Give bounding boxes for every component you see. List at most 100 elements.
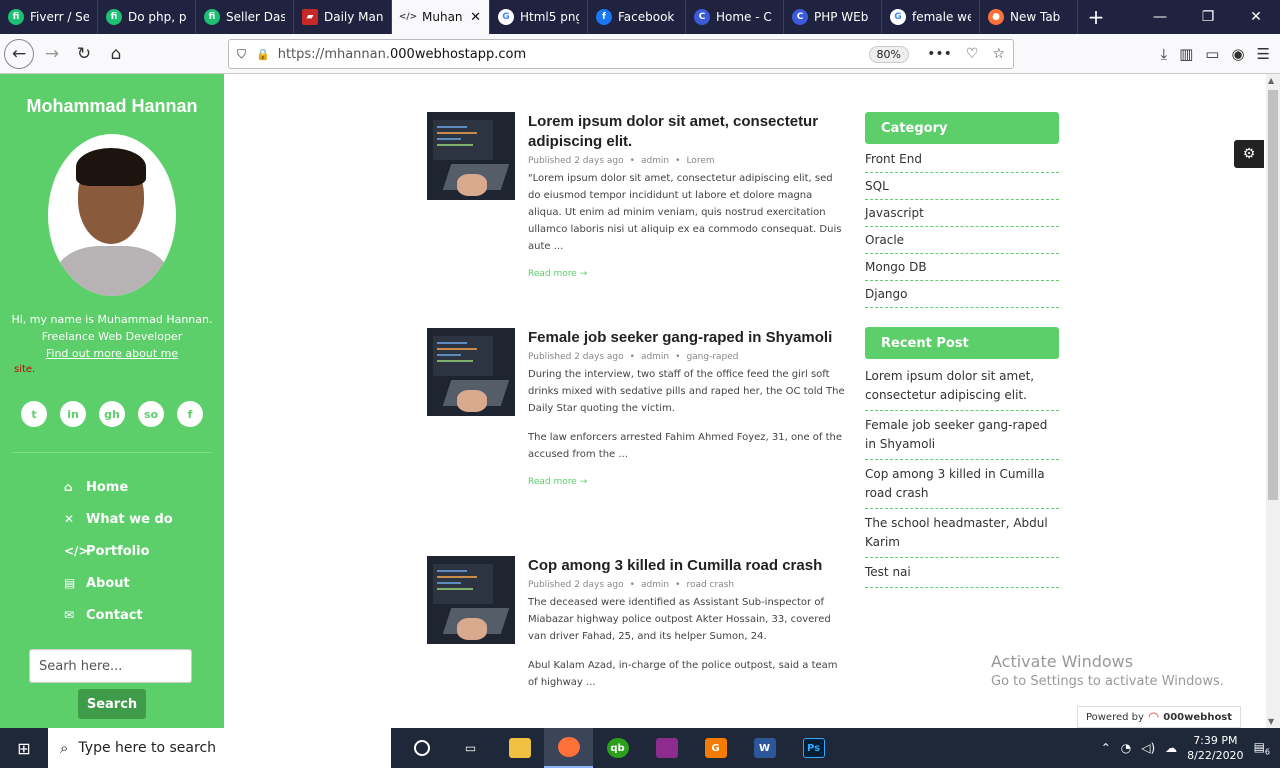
github-icon[interactable]: gh (99, 401, 125, 427)
tab-female-we[interactable]: Gfemale we (882, 0, 980, 34)
post-title[interactable]: Female job seeker gang-raped in Shyamoli (528, 328, 848, 348)
search-input[interactable]: Searh here... (29, 649, 192, 683)
category-item[interactable]: Oracle (865, 227, 1059, 254)
menu-item-about[interactable]: ▤ About (64, 567, 224, 599)
back-arrow-icon[interactable]: ← (4, 38, 34, 69)
address-bar[interactable]: ⛉ 🔒 https://mhannan.000webhostapp.com 80… (228, 39, 1014, 69)
pdf-shape: G (704, 738, 727, 758)
task-view-icon[interactable]: ▭ (446, 728, 495, 768)
windows-taskbar: ⊞ ⌕ Type here to search ▭ qb G W Ps ⌃ ◔ ◁… (0, 728, 1280, 768)
linkedin-icon[interactable]: in (60, 401, 86, 427)
read-more-link[interactable]: Read more → (528, 477, 848, 487)
close-window-icon[interactable]: ✕ (1232, 0, 1280, 34)
tab-home-c[interactable]: C Home - C (686, 0, 784, 34)
account-icon[interactable]: ◉ (1231, 45, 1244, 63)
foxit-pdf-icon[interactable]: G (691, 728, 740, 768)
pocket-icon[interactable]: ♡ (966, 46, 979, 62)
post-title[interactable]: Cop among 3 killed in Cumilla road crash (528, 556, 848, 576)
file-explorer-icon[interactable] (495, 728, 544, 768)
tab-seller-dashboard[interactable]: fi Seller Dash (196, 0, 294, 34)
minimize-icon[interactable]: — (1136, 0, 1184, 34)
tab-do-php[interactable]: fi Do php, pl (98, 0, 196, 34)
about-me-link[interactable]: Find out more about me (0, 345, 224, 362)
tab-html5-png[interactable]: G Html5 png (490, 0, 588, 34)
post-thumbnail[interactable] (427, 556, 515, 644)
facebook-icon[interactable]: f (177, 401, 203, 427)
winrar-icon[interactable] (642, 728, 691, 768)
new-tab-plus-icon[interactable]: + (1078, 0, 1114, 34)
windows-start-icon[interactable]: ⊞ (0, 728, 48, 768)
post-tag[interactable]: gang-raped (686, 352, 738, 362)
close-tab-icon[interactable]: ✕ (470, 10, 481, 25)
tab-fiverr-search[interactable]: fi Fiverr / Se (0, 0, 98, 34)
scroll-up-icon[interactable]: ▲ (1268, 76, 1274, 85)
library-icon[interactable]: ▥ (1179, 45, 1193, 63)
category-item[interactable]: Mongo DB (865, 254, 1059, 281)
post-thumbnail[interactable] (427, 112, 515, 200)
quickbooks-icon[interactable]: qb (593, 728, 642, 768)
recent-post-item[interactable]: Test nai (865, 558, 1059, 588)
post-thumbnail[interactable] (427, 328, 515, 416)
photoshop-icon[interactable]: Ps (789, 728, 838, 768)
taskbar-search[interactable]: ⌕ Type here to search (48, 728, 391, 768)
tab-muhan-active[interactable]: </> Muhan ✕ (392, 0, 490, 34)
cortana-circle (413, 740, 430, 756)
cortana-icon[interactable] (397, 728, 446, 768)
post-title[interactable]: Lorem ipsum dolor sit amet, consectetur … (528, 112, 848, 152)
category-item[interactable]: Javascript (865, 200, 1059, 227)
firefox-taskbar-icon[interactable] (544, 728, 593, 768)
recent-post-item[interactable]: The school headmaster, Abdul Karim (865, 509, 1059, 558)
tab-php-web[interactable]: C PHP WEb (784, 0, 882, 34)
post-tag[interactable]: road crash (686, 580, 734, 590)
sidebar-toggle-icon[interactable]: ▭ (1205, 45, 1219, 63)
tab-daily-man[interactable]: ▰ Daily Man (294, 0, 392, 34)
shield-icon[interactable]: ⛉ (237, 47, 246, 62)
post-tag[interactable]: Lorem (686, 156, 714, 166)
scrollbar-thumb[interactable] (1268, 90, 1278, 500)
volume-icon[interactable]: ◁) (1141, 741, 1155, 755)
site-owner-name[interactable]: Mohammad Hannan (0, 96, 224, 117)
tab-label: Fiverr / Se (30, 10, 89, 24)
category-item[interactable]: Front End (865, 148, 1059, 173)
scroll-down-icon[interactable]: ▼ (1268, 717, 1274, 726)
word-icon[interactable]: W (740, 728, 789, 768)
download-icon[interactable]: ⤓ (1160, 45, 1167, 63)
bookmark-star-icon[interactable]: ☆ (992, 46, 1005, 62)
post-author[interactable]: admin (641, 156, 669, 166)
more-actions-icon[interactable]: ••• (927, 46, 952, 62)
category-item[interactable]: SQL (865, 173, 1059, 200)
forward-arrow-icon[interactable]: → (36, 38, 68, 70)
category-item[interactable]: Django (865, 281, 1059, 308)
gear-icon[interactable]: ⚙ (1234, 140, 1264, 168)
menu-item-what-we-do[interactable]: ✕ What we do (64, 503, 224, 535)
zoom-level[interactable]: 80% (868, 45, 909, 63)
menu-hamburger-icon[interactable]: ☰ (1257, 45, 1270, 63)
menu-item-home[interactable]: ⌂ Home (64, 471, 224, 503)
tab-new-tab[interactable]: ● New Tab (980, 0, 1078, 34)
menu-item-portfolio[interactable]: </> Portfolio (64, 535, 224, 567)
clock[interactable]: 7:39 PM 8/22/2020 (1187, 733, 1243, 763)
page-scrollbar[interactable]: ▲ ▼ (1266, 74, 1280, 728)
onedrive-cloud-icon[interactable]: ☁ (1165, 741, 1177, 755)
tab-facebook[interactable]: f Facebook (588, 0, 686, 34)
tab-label: Facebook (618, 10, 675, 24)
post-author[interactable]: admin (641, 580, 669, 590)
search-button[interactable]: Search (78, 689, 146, 719)
thumb-code-line (437, 570, 467, 572)
restore-icon[interactable]: ❐ (1184, 0, 1232, 34)
post-author[interactable]: admin (641, 352, 669, 362)
menu-item-contact[interactable]: ✉ Contact (64, 599, 224, 631)
chevron-up-icon[interactable]: ⌃ (1101, 741, 1111, 755)
wifi-icon[interactable]: ◔ (1121, 741, 1131, 755)
twitter-icon[interactable]: t (21, 401, 47, 427)
url-text[interactable]: https://mhannan.000webhostapp.com (278, 47, 526, 62)
reload-icon[interactable]: ↻ (68, 38, 100, 70)
stackoverflow-icon[interactable]: so (138, 401, 164, 427)
recent-post-item[interactable]: Lorem ipsum dolor sit amet, consectetur … (865, 365, 1059, 411)
recent-post-item[interactable]: Female job seeker gang-raped in Shyamoli (865, 411, 1059, 460)
read-more-link[interactable]: Read more → (528, 269, 848, 279)
powered-by-badge[interactable]: Powered by ◠ 000webhost (1077, 706, 1241, 728)
recent-post-item[interactable]: Cop among 3 killed in Cumilla road crash (865, 460, 1059, 509)
notifications-icon[interactable]: ▤6 (1254, 740, 1270, 756)
home-icon[interactable]: ⌂ (100, 38, 132, 70)
